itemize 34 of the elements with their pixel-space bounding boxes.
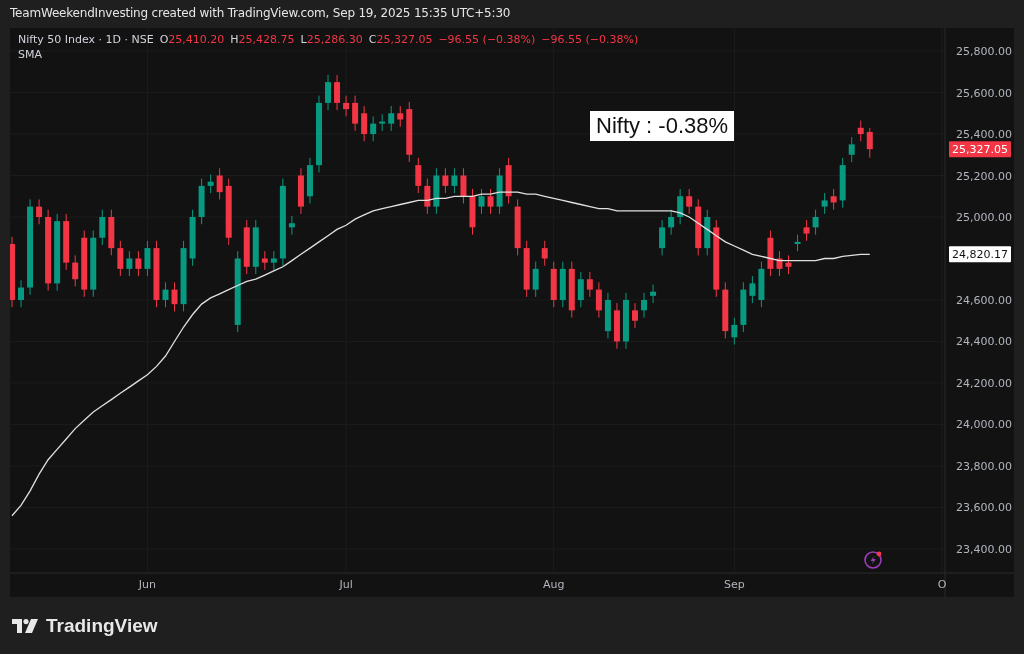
price-tag: 24,820.17	[949, 246, 1011, 263]
ohlc-label: L	[300, 33, 307, 46]
price-tag: 25,327.05	[949, 141, 1011, 158]
indicator-label: SMA	[18, 48, 43, 61]
time-axis-label: Jun	[138, 578, 157, 591]
price-axis-label: 24,400.00	[956, 335, 1012, 349]
price-change: −96.55 (−0.38%)	[438, 33, 536, 46]
ohlc-value: 25,286.30	[306, 33, 363, 46]
ohlc-label: C	[368, 33, 377, 46]
logo-wordmark: TradingView	[46, 615, 158, 637]
chart-annotation: Nifty : -0.38%	[590, 111, 735, 141]
price-axis-label: 23,600.00	[956, 501, 1012, 515]
attribution-title: TeamWeekendInvesting created with TradingView.com, Sep 19, 2025 15:35 UTC+5:30	[9, 5, 512, 22]
price-axis-label: 25,200.00	[956, 169, 1012, 183]
price-axis-label: 25,400.00	[956, 128, 1012, 141]
price-axis-label: 25,800.00	[956, 45, 1012, 59]
price-change: −96.55 (−0.38%)	[541, 33, 639, 46]
time-axis-label: Aug	[543, 578, 565, 591]
ohlc-label: O	[159, 33, 169, 46]
price-axis-label: 25,000.00	[956, 211, 1012, 224]
symbol-info: Nifty 50 Index · 1D · NSE	[18, 33, 154, 46]
ohlc-value: 25,410.20	[168, 33, 225, 46]
price-axis-label: 23,800.00	[956, 459, 1012, 473]
price-axis-label: 24,600.00	[956, 294, 1012, 307]
price-axis-label: 24,200.00	[956, 376, 1012, 390]
price-axis-label: 23,400.00	[956, 542, 1012, 556]
price-axis-label: 25,600.00	[956, 86, 1012, 100]
ohlc-label: H	[230, 33, 239, 46]
time-axis-label: Jul	[339, 578, 353, 591]
ohlc-value: 25,327.05	[376, 33, 433, 46]
price-axis-label: 24,000.00	[956, 418, 1012, 432]
ohlc-value: 25,428.75	[238, 33, 295, 46]
time-axis-label: Sep	[723, 578, 745, 591]
time-axis-label: O	[937, 578, 947, 591]
